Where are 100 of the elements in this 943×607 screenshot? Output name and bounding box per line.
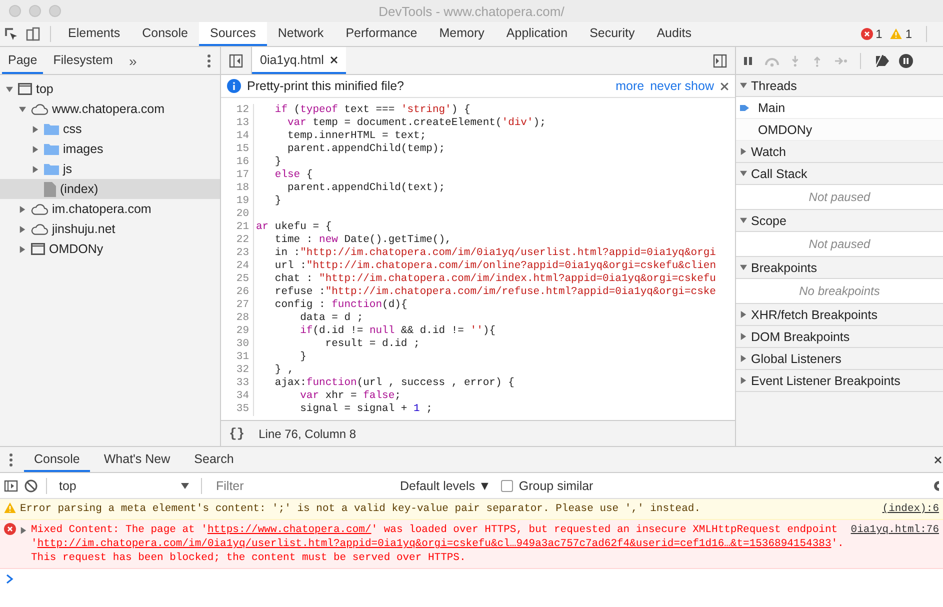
collapsed-arrow-icon[interactable] [32,146,38,152]
group-similar-checkbox[interactable] [500,480,513,492]
log-levels-dropdown[interactable]: Default levels ▼ [396,478,495,492]
panel-tab[interactable]: Security [578,22,646,46]
pause-on-exceptions-icon[interactable] [899,54,913,68]
collapsed-arrow-icon[interactable] [18,226,26,232]
drawer-tab[interactable]: What's New [94,447,180,472]
close-icon[interactable] [720,82,729,90]
tree-item[interactable]: top [0,79,220,99]
error-icon [860,28,873,40]
collapsed-arrow-icon[interactable] [18,206,26,212]
panel-tab[interactable]: Performance [334,22,428,46]
code-line: temp.innerHTML = text; [286,130,426,143]
line-number: 18 [221,182,254,195]
navigator-tab[interactable]: Page [2,47,44,74]
line-number: 30 [221,338,254,351]
info-icon [227,79,241,93]
sidebar-toggle-icon[interactable] [4,478,18,492]
panel-tab[interactable]: Memory [428,22,496,46]
warning-count: 1 [905,27,912,41]
line-number: 15 [221,143,254,156]
line-number: 19 [221,195,254,208]
collapsed-arrow-icon[interactable] [740,333,747,340]
line-number: 21 [221,221,254,234]
collapsed-arrow-icon[interactable] [740,148,747,155]
source-link[interactable]: (index):6 [882,502,939,516]
expanded-arrow-icon[interactable] [18,106,26,112]
thread-item[interactable]: Main [736,97,943,119]
code-line: refuse :"http://im.chatopera.com/im/refuse.html?appid=0ia1yq&orgi=cske [274,286,716,299]
collapsed-arrow-icon[interactable] [740,311,747,318]
close-icon[interactable] [934,456,942,464]
tree-item[interactable]: css [0,119,220,139]
code-line: signal = signal + 1 ; [299,403,432,416]
code-line: if (typeof text === 'string') { [274,104,470,117]
expanded-arrow-icon[interactable] [6,86,12,92]
line-number: 33 [221,377,254,390]
message-link[interactable]: https://www.chatopera.com/ [207,524,372,536]
code-line: parent.appendChild(text); [286,182,446,195]
close-icon[interactable] [330,56,338,64]
message-link[interactable]: http://im.chatopera.com/im/0ia1yq/userlist.html?appid=0ia1yq&orgi=cskefu&cl…949a3ac757c7ad62f4&userid=cef1d16…&t=1536894154383 [37,538,832,550]
sidebar-toggle-icon[interactable] [229,54,243,68]
deactivate-breakpoints-icon[interactable] [873,54,889,66]
line-number: 16 [221,156,254,169]
pause-icon[interactable] [742,54,754,66]
tree-item[interactable]: im.chatopera.com [0,199,220,219]
collapsed-arrow-icon[interactable] [740,355,747,362]
panel-tab[interactable]: Network [266,22,335,46]
expanded-arrow-icon[interactable] [740,170,747,177]
collapsed-arrow-icon[interactable] [32,166,38,172]
panel-tab[interactable]: Console [131,22,199,46]
tree-item[interactable]: js [0,159,220,179]
folder-icon [44,163,59,175]
folder-icon [44,143,59,155]
message-text: Error parsing a meta element's content: ';' is not a valid key-value pair separator. Please use ',' instead. [20,502,702,516]
cloud-icon [31,204,48,214]
collapsed-arrow-icon[interactable] [740,377,747,384]
tree-item[interactable]: OMDONy [0,239,220,259]
inspect-cursor-icon[interactable] [4,27,18,41]
line-number: 13 [221,117,254,130]
more-tabs-button[interactable]: » [120,47,145,74]
context-select[interactable]: top [55,478,193,492]
expanded-arrow-icon[interactable] [740,217,747,224]
pretty-print-button[interactable]: {} [229,426,245,441]
tree-item[interactable]: images [0,139,220,159]
drawer-tab[interactable]: Console [24,447,90,472]
collapsed-arrow-icon[interactable] [32,126,38,132]
expanded-arrow-icon[interactable] [740,82,747,89]
clear-console-icon[interactable] [24,478,38,492]
source-link[interactable]: 0ia1yq.html:76 [850,523,939,537]
code-line: url :"http://im.chatopera.com/im/online?appid=0ia1yq&orgi=cskefu&clien [274,260,716,273]
expanded-arrow-icon[interactable] [740,264,747,271]
current-thread-icon [740,102,750,112]
message-text: Mixed Content: The page at 'https://www.chatopera.com/' was loaded over HTTPS, but requested an insecure XMLHttpRequest endpoint 'http://im.chatopera.com/im/0ia1yq/userlist.html?appid=0ia1yq&orgi=cskefu&cl…949a3ac757c7ad62f4&userid=cef1d16…&t=1536894154383'. This request has been blocked; the content must be served over HTTPS. [31,523,845,565]
thread-item[interactable]: OMDONy [736,119,943,141]
sidebar-toggle-icon[interactable] [713,54,727,68]
panel-tab[interactable]: Audits [646,22,702,46]
line-number: 25 [221,273,254,286]
tree-item[interactable]: (index) [0,179,220,199]
panel-tab[interactable]: Sources [198,22,267,46]
line-number: 31 [221,351,254,364]
cloud-icon [31,104,48,114]
code-line: time : new Date().getTime(), [274,234,452,247]
tree-item[interactable]: jinshuju.net [0,219,220,239]
code-line: var xhr = false; [299,390,401,403]
infobar-link[interactable]: never show [650,79,714,93]
code-line: config : function(d){ [274,299,408,312]
panel-tab[interactable]: Application [495,22,579,46]
infobar-link[interactable]: more [616,79,644,93]
expand-arrow-icon[interactable] [20,526,27,534]
collapsed-arrow-icon[interactable] [18,246,26,252]
panel-tab[interactable]: Elements [57,22,132,46]
more-options-icon[interactable] [9,452,13,466]
drawer-tab[interactable]: Search [184,447,244,472]
tree-item[interactable]: www.chatopera.com [0,99,220,119]
device-toolbar-icon[interactable] [26,27,40,41]
more-options-icon[interactable] [207,54,211,68]
file-tab[interactable]: 0ia1yq.html [252,47,346,74]
navigator-tab[interactable]: Filesystem [47,47,119,74]
line-number: 35 [221,403,254,416]
warning-icon [890,28,902,40]
